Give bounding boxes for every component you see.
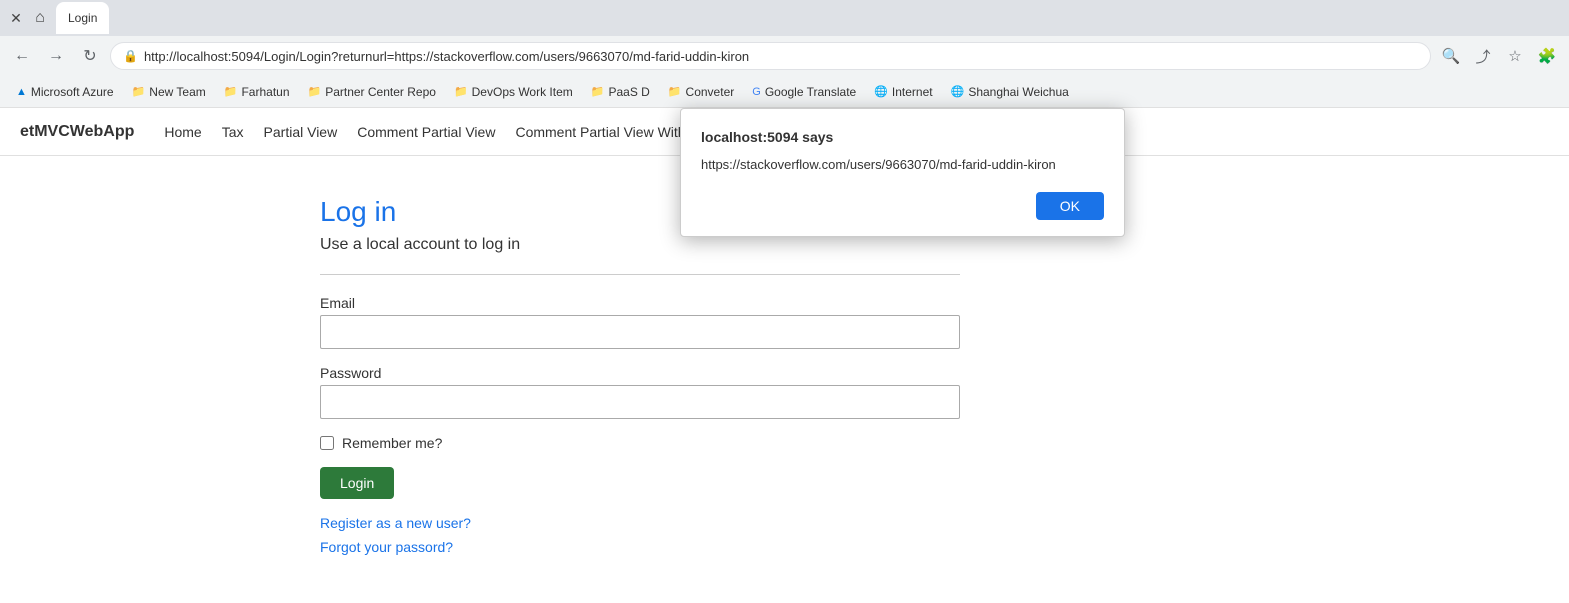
zoom-button[interactable]: 🔍 [1437, 42, 1465, 70]
bookmark-new-team[interactable]: 📁 New Team [124, 81, 214, 103]
bookmark-google-translate[interactable]: G Google Translate [744, 81, 864, 103]
url-bar[interactable]: 🔒 http://localhost:5094/Login/Login?retu… [110, 42, 1431, 70]
bookmark-label: Conveter [686, 85, 735, 99]
folder-icon: 📁 [668, 85, 682, 98]
bookmark-label: Partner Center Repo [325, 85, 436, 99]
bookmark-label: Shanghai Weichua [968, 85, 1069, 99]
bookmark-label: Google Translate [765, 85, 856, 99]
alert-overlay: localhost:5094 says https://stackoverflo… [0, 108, 1569, 603]
tab-home-button[interactable]: ⌂ [30, 8, 50, 28]
bookmark-shanghai[interactable]: 🌐 Shanghai Weichua [943, 81, 1077, 103]
bookmarks-bar: ▲ Microsoft Azure 📁 New Team 📁 Farhatun … [0, 76, 1569, 108]
tab-title: Login [68, 11, 97, 25]
bookmark-label: Farhatun [241, 85, 289, 99]
back-button[interactable]: ← [8, 42, 36, 70]
bookmark-internet[interactable]: 🌐 Internet [866, 81, 940, 103]
google-icon: G [752, 86, 761, 98]
active-tab[interactable]: Login [56, 2, 109, 34]
bookmark-azure[interactable]: ▲ Microsoft Azure [8, 81, 122, 103]
bookmark-devops[interactable]: 📁 DevOps Work Item [446, 81, 581, 103]
azure-icon: ▲ [16, 86, 27, 98]
globe-icon: 🌐 [874, 85, 888, 98]
alert-dialog: localhost:5094 says https://stackoverflo… [680, 108, 1125, 237]
address-bar: ← → ↻ 🔒 http://localhost:5094/Login/Logi… [0, 36, 1569, 76]
folder-icon: 📁 [132, 85, 146, 98]
folder-icon: 📁 [591, 85, 605, 98]
page-content: etMVCWebApp Home Tax Partial View Commen… [0, 108, 1569, 603]
reload-button[interactable]: ↻ [76, 42, 104, 70]
extensions-button[interactable]: 🧩 [1533, 42, 1561, 70]
globe-icon: 🌐 [951, 85, 965, 98]
bookmark-label: Internet [892, 85, 933, 99]
alert-footer: OK [701, 192, 1104, 220]
bookmark-label: PaaS D [608, 85, 649, 99]
bookmark-paas[interactable]: 📁 PaaS D [583, 81, 658, 103]
bookmark-button[interactable]: ☆ [1501, 42, 1529, 70]
folder-icon: 📁 [454, 85, 468, 98]
bookmark-conveter[interactable]: 📁 Conveter [660, 81, 742, 103]
bookmark-label: New Team [149, 85, 205, 99]
url-text: http://localhost:5094/Login/Login?return… [144, 49, 749, 64]
bookmark-label: DevOps Work Item [472, 85, 573, 99]
alert-title: localhost:5094 says [701, 129, 1104, 145]
forward-button[interactable]: → [42, 42, 70, 70]
share-button[interactable]: ⤴ [1469, 42, 1497, 70]
alert-ok-button[interactable]: OK [1036, 192, 1104, 220]
bookmark-farhatun[interactable]: 📁 Farhatun [216, 81, 298, 103]
alert-message: https://stackoverflow.com/users/9663070/… [701, 157, 1104, 172]
tab-bar: ✕ ⌂ Login [0, 0, 1569, 36]
folder-icon: 📁 [308, 85, 322, 98]
tab-close-button[interactable]: ✕ [8, 10, 24, 26]
folder-icon: 📁 [224, 85, 238, 98]
lock-icon: 🔒 [123, 49, 138, 63]
bookmark-label: Microsoft Azure [31, 85, 114, 99]
bookmark-partner-center[interactable]: 📁 Partner Center Repo [300, 81, 444, 103]
